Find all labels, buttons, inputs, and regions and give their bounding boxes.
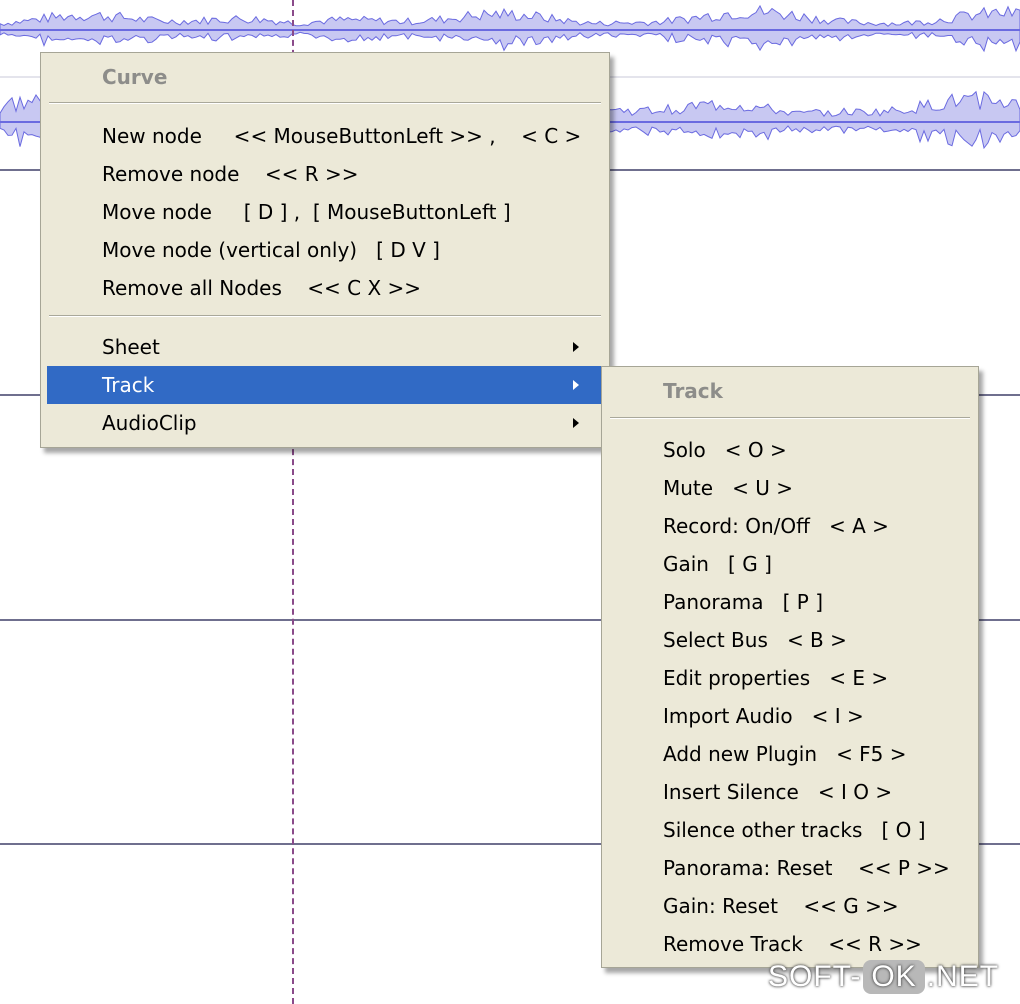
menu-item-insert-silence[interactable]: Insert Silence < I O > — [608, 773, 972, 811]
track-submenu: Track Solo < O > Mute < U > Record: On/Off… — [601, 366, 979, 968]
menu-item-label: Add new Plugin < F5 > — [663, 742, 907, 766]
watermark-text-left: SOFT- — [768, 960, 862, 993]
track-menu-title: Track — [663, 379, 723, 403]
menu-item-track[interactable]: Track — [47, 366, 603, 404]
chevron-right-icon — [573, 418, 579, 428]
chevron-right-icon — [573, 342, 579, 352]
watermark-badge: OK — [863, 960, 925, 994]
menu-item-solo[interactable]: Solo < O > — [608, 431, 972, 469]
menu-item-sheet[interactable]: Sheet — [47, 328, 603, 366]
menu-item-import-audio[interactable]: Import Audio < I > — [608, 697, 972, 735]
menu-item-label: Record: On/Off < A > — [663, 514, 889, 538]
menu-item-label: Remove all Nodes << C X >> — [102, 276, 422, 300]
menu-item-label: Track — [102, 373, 155, 397]
menu-item-add-plugin[interactable]: Add new Plugin < F5 > — [608, 735, 972, 773]
menu-item-gain[interactable]: Gain [ G ] — [608, 545, 972, 583]
menu-item-audioclip[interactable]: AudioClip — [47, 404, 603, 442]
menu-item-label: Remove node << R >> — [102, 162, 359, 186]
menu-item-label: Solo < O > — [663, 438, 787, 462]
watermark-text-right: .NET — [926, 960, 1000, 993]
menu-item-label: Select Bus < B > — [663, 628, 847, 652]
menu-item-new-node[interactable]: New node << MouseButtonLeft >> , < C > — [47, 117, 603, 155]
menu-item-label: Move node [ D ] , [ MouseButtonLeft ] — [102, 200, 511, 224]
menu-item-label: Edit properties < E > — [663, 666, 889, 690]
menu-item-record[interactable]: Record: On/Off < A > — [608, 507, 972, 545]
menu-item-panorama-reset[interactable]: Panorama: Reset << P >> — [608, 849, 972, 887]
menu-item-gain-reset[interactable]: Gain: Reset << G >> — [608, 887, 972, 925]
curve-context-menu: Curve New node << MouseButtonLeft >> , <… — [40, 52, 610, 448]
menu-item-silence-other-tracks[interactable]: Silence other tracks [ O ] — [608, 811, 972, 849]
menu-item-label: Move node (vertical only) [ D V ] — [102, 238, 440, 262]
menu-item-label: Silence other tracks [ O ] — [663, 818, 926, 842]
menu-item-remove-node[interactable]: Remove node << R >> — [47, 155, 603, 193]
menu-item-label: Remove Track << R >> — [663, 932, 922, 956]
menu-item-remove-all-nodes[interactable]: Remove all Nodes << C X >> — [47, 269, 603, 307]
menu-item-label: Gain: Reset << G >> — [663, 894, 899, 918]
menu-separator — [610, 417, 970, 419]
menu-item-label: Import Audio < I > — [663, 704, 864, 728]
menu-item-select-bus[interactable]: Select Bus < B > — [608, 621, 972, 659]
menu-item-label: Insert Silence < I O > — [663, 780, 893, 804]
menu-item-label: Panorama [ P ] — [663, 590, 823, 614]
menu-item-label: New node << MouseButtonLeft >> , < C > — [102, 124, 582, 148]
menu-item-label: Panorama: Reset << P >> — [663, 856, 950, 880]
curve-menu-title: Curve — [102, 65, 168, 89]
menu-item-label: Sheet — [102, 335, 160, 359]
chevron-right-icon — [573, 380, 579, 390]
menu-separator — [49, 102, 601, 104]
menu-item-edit-properties[interactable]: Edit properties < E > — [608, 659, 972, 697]
menu-item-label: Gain [ G ] — [663, 552, 772, 576]
menu-item-move-node[interactable]: Move node [ D ] , [ MouseButtonLeft ] — [47, 193, 603, 231]
menu-item-mute[interactable]: Mute < U > — [608, 469, 972, 507]
waveform-channel-left — [0, 4, 1020, 53]
menu-item-label: AudioClip — [102, 411, 197, 435]
menu-item-panorama[interactable]: Panorama [ P ] — [608, 583, 972, 621]
menu-item-label: Mute < U > — [663, 476, 794, 500]
menu-separator — [49, 315, 601, 317]
menu-item-move-node-vertical[interactable]: Move node (vertical only) [ D V ] — [47, 231, 603, 269]
watermark-logo: SOFT- OK .NET — [768, 956, 999, 998]
